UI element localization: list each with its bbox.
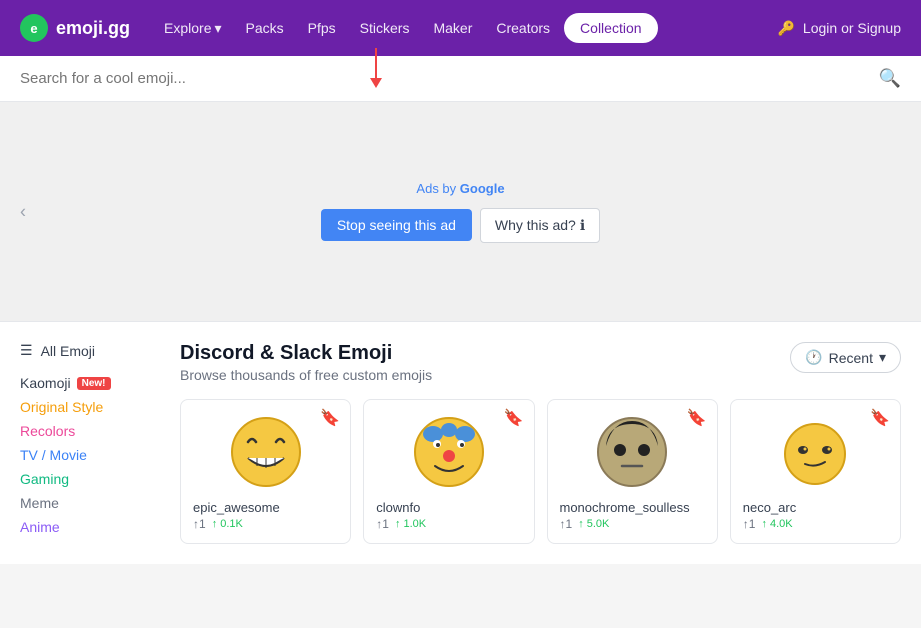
arrow-indicator (370, 48, 382, 88)
emoji-name: epic_awesome (193, 500, 338, 515)
bookmark-icon[interactable]: 🔖 (320, 408, 340, 428)
emoji-grid: 🔖 (180, 399, 901, 544)
arrow-head (370, 78, 382, 88)
recent-sort-button[interactable]: 🕐 Recent ▾ (790, 342, 901, 373)
emoji-image-monochrome (560, 412, 705, 492)
emoji-image-neco-arc (743, 412, 888, 492)
chevron-down-icon: ▾ (214, 20, 221, 37)
arrow-line (375, 48, 377, 78)
bookmark-icon[interactable]: 🔖 (504, 408, 524, 428)
section-subtitle: Browse thousands of free custom emojis (180, 367, 432, 383)
back-button[interactable]: ‹ (20, 202, 26, 223)
emoji-card-neco-arc[interactable]: 🔖 neco_arc (730, 399, 901, 544)
emoji-stats: ↑1 ↑ 4.0K (743, 517, 888, 531)
clownfo-svg (413, 416, 485, 488)
info-icon: ℹ (580, 217, 585, 234)
section-title-group: Discord & Slack Emoji Browse thousands o… (180, 342, 432, 383)
emoji-name: neco_arc (743, 500, 888, 515)
epic-awesome-svg (230, 416, 302, 488)
sidebar-item-meme[interactable]: Meme (20, 491, 160, 515)
nav-right: 🔑 Login or Signup (777, 20, 901, 37)
nav-collection-button[interactable]: Collection (564, 13, 657, 43)
search-icon[interactable]: 🔍 (879, 68, 901, 89)
emoji-image-epic-awesome (193, 412, 338, 492)
sidebar-item-gaming[interactable]: Gaming (20, 467, 160, 491)
section-header: Discord & Slack Emoji Browse thousands o… (180, 342, 901, 383)
logo-icon: e (20, 14, 48, 42)
emoji-section: Discord & Slack Emoji Browse thousands o… (180, 342, 901, 544)
logo[interactable]: e emoji.gg (20, 14, 130, 42)
emoji-stats: ↑1 ↑ 5.0K (560, 517, 705, 531)
nav-stickers[interactable]: Stickers (350, 14, 420, 42)
bookmark-icon[interactable]: 🔖 (870, 408, 890, 428)
emoji-stats: ↑1 ↑ 1.0K (376, 517, 521, 531)
search-bar: 🔍 (0, 56, 921, 102)
hamburger-icon: ☰ (20, 342, 33, 359)
sidebar: ☰ All Emoji Kaomoji New! Original Style … (20, 342, 160, 544)
bookmark-icon[interactable]: 🔖 (687, 408, 707, 428)
emoji-name: clownfo (376, 500, 521, 515)
nav-maker[interactable]: Maker (423, 14, 482, 42)
stop-ad-button[interactable]: Stop seeing this ad (321, 209, 472, 241)
emoji-image-clownfo (376, 412, 521, 492)
nav-creators[interactable]: Creators (486, 14, 560, 42)
sidebar-item-original-style[interactable]: Original Style (20, 395, 160, 419)
emoji-stats: ↑1 ↑ 0.1K (193, 517, 338, 531)
why-ad-button[interactable]: Why this ad? ℹ (480, 208, 600, 243)
ad-banner: ‹ Ads by Google Stop seeing this ad Why … (0, 102, 921, 322)
main-content: ☰ All Emoji Kaomoji New! Original Style … (0, 322, 921, 564)
key-icon: 🔑 (777, 20, 794, 37)
chevron-down-icon: ▾ (879, 349, 886, 366)
monochrome-svg (596, 416, 668, 488)
navbar: e emoji.gg Explore ▾ Packs Pfps Stickers… (0, 0, 921, 56)
sidebar-item-tv-movie[interactable]: TV / Movie (20, 443, 160, 467)
nav-packs[interactable]: Packs (236, 14, 294, 42)
clock-icon: 🕐 (805, 349, 822, 366)
nav-explore[interactable]: Explore ▾ (154, 14, 232, 43)
nav-links: Explore ▾ Packs Pfps Stickers Maker Crea… (154, 13, 658, 43)
ad-controls: Stop seeing this ad Why this ad? ℹ (321, 208, 600, 243)
sidebar-all-emoji[interactable]: ☰ All Emoji (20, 342, 160, 359)
sidebar-item-kaomoji[interactable]: Kaomoji New! (20, 371, 160, 395)
section-title: Discord & Slack Emoji (180, 342, 432, 365)
emoji-card-epic-awesome[interactable]: 🔖 (180, 399, 351, 544)
ads-by-label: Ads by Google (416, 181, 504, 196)
login-button[interactable]: Login or Signup (803, 20, 901, 36)
ad-banner-wrapper: ‹ Ads by Google Stop seeing this ad Why … (0, 102, 921, 322)
nav-pfps[interactable]: Pfps (298, 14, 346, 42)
search-input[interactable] (20, 70, 879, 87)
sidebar-item-anime[interactable]: Anime (20, 515, 160, 539)
new-badge: New! (77, 377, 111, 390)
emoji-card-monochrome-soulless[interactable]: 🔖 monochrome_soulless (547, 399, 718, 544)
neco-arc-svg (779, 416, 851, 488)
sidebar-item-recolors[interactable]: Recolors (20, 419, 160, 443)
emoji-card-clownfo[interactable]: 🔖 (363, 399, 534, 544)
emoji-name: monochrome_soulless (560, 500, 705, 515)
logo-text: emoji.gg (56, 18, 130, 39)
